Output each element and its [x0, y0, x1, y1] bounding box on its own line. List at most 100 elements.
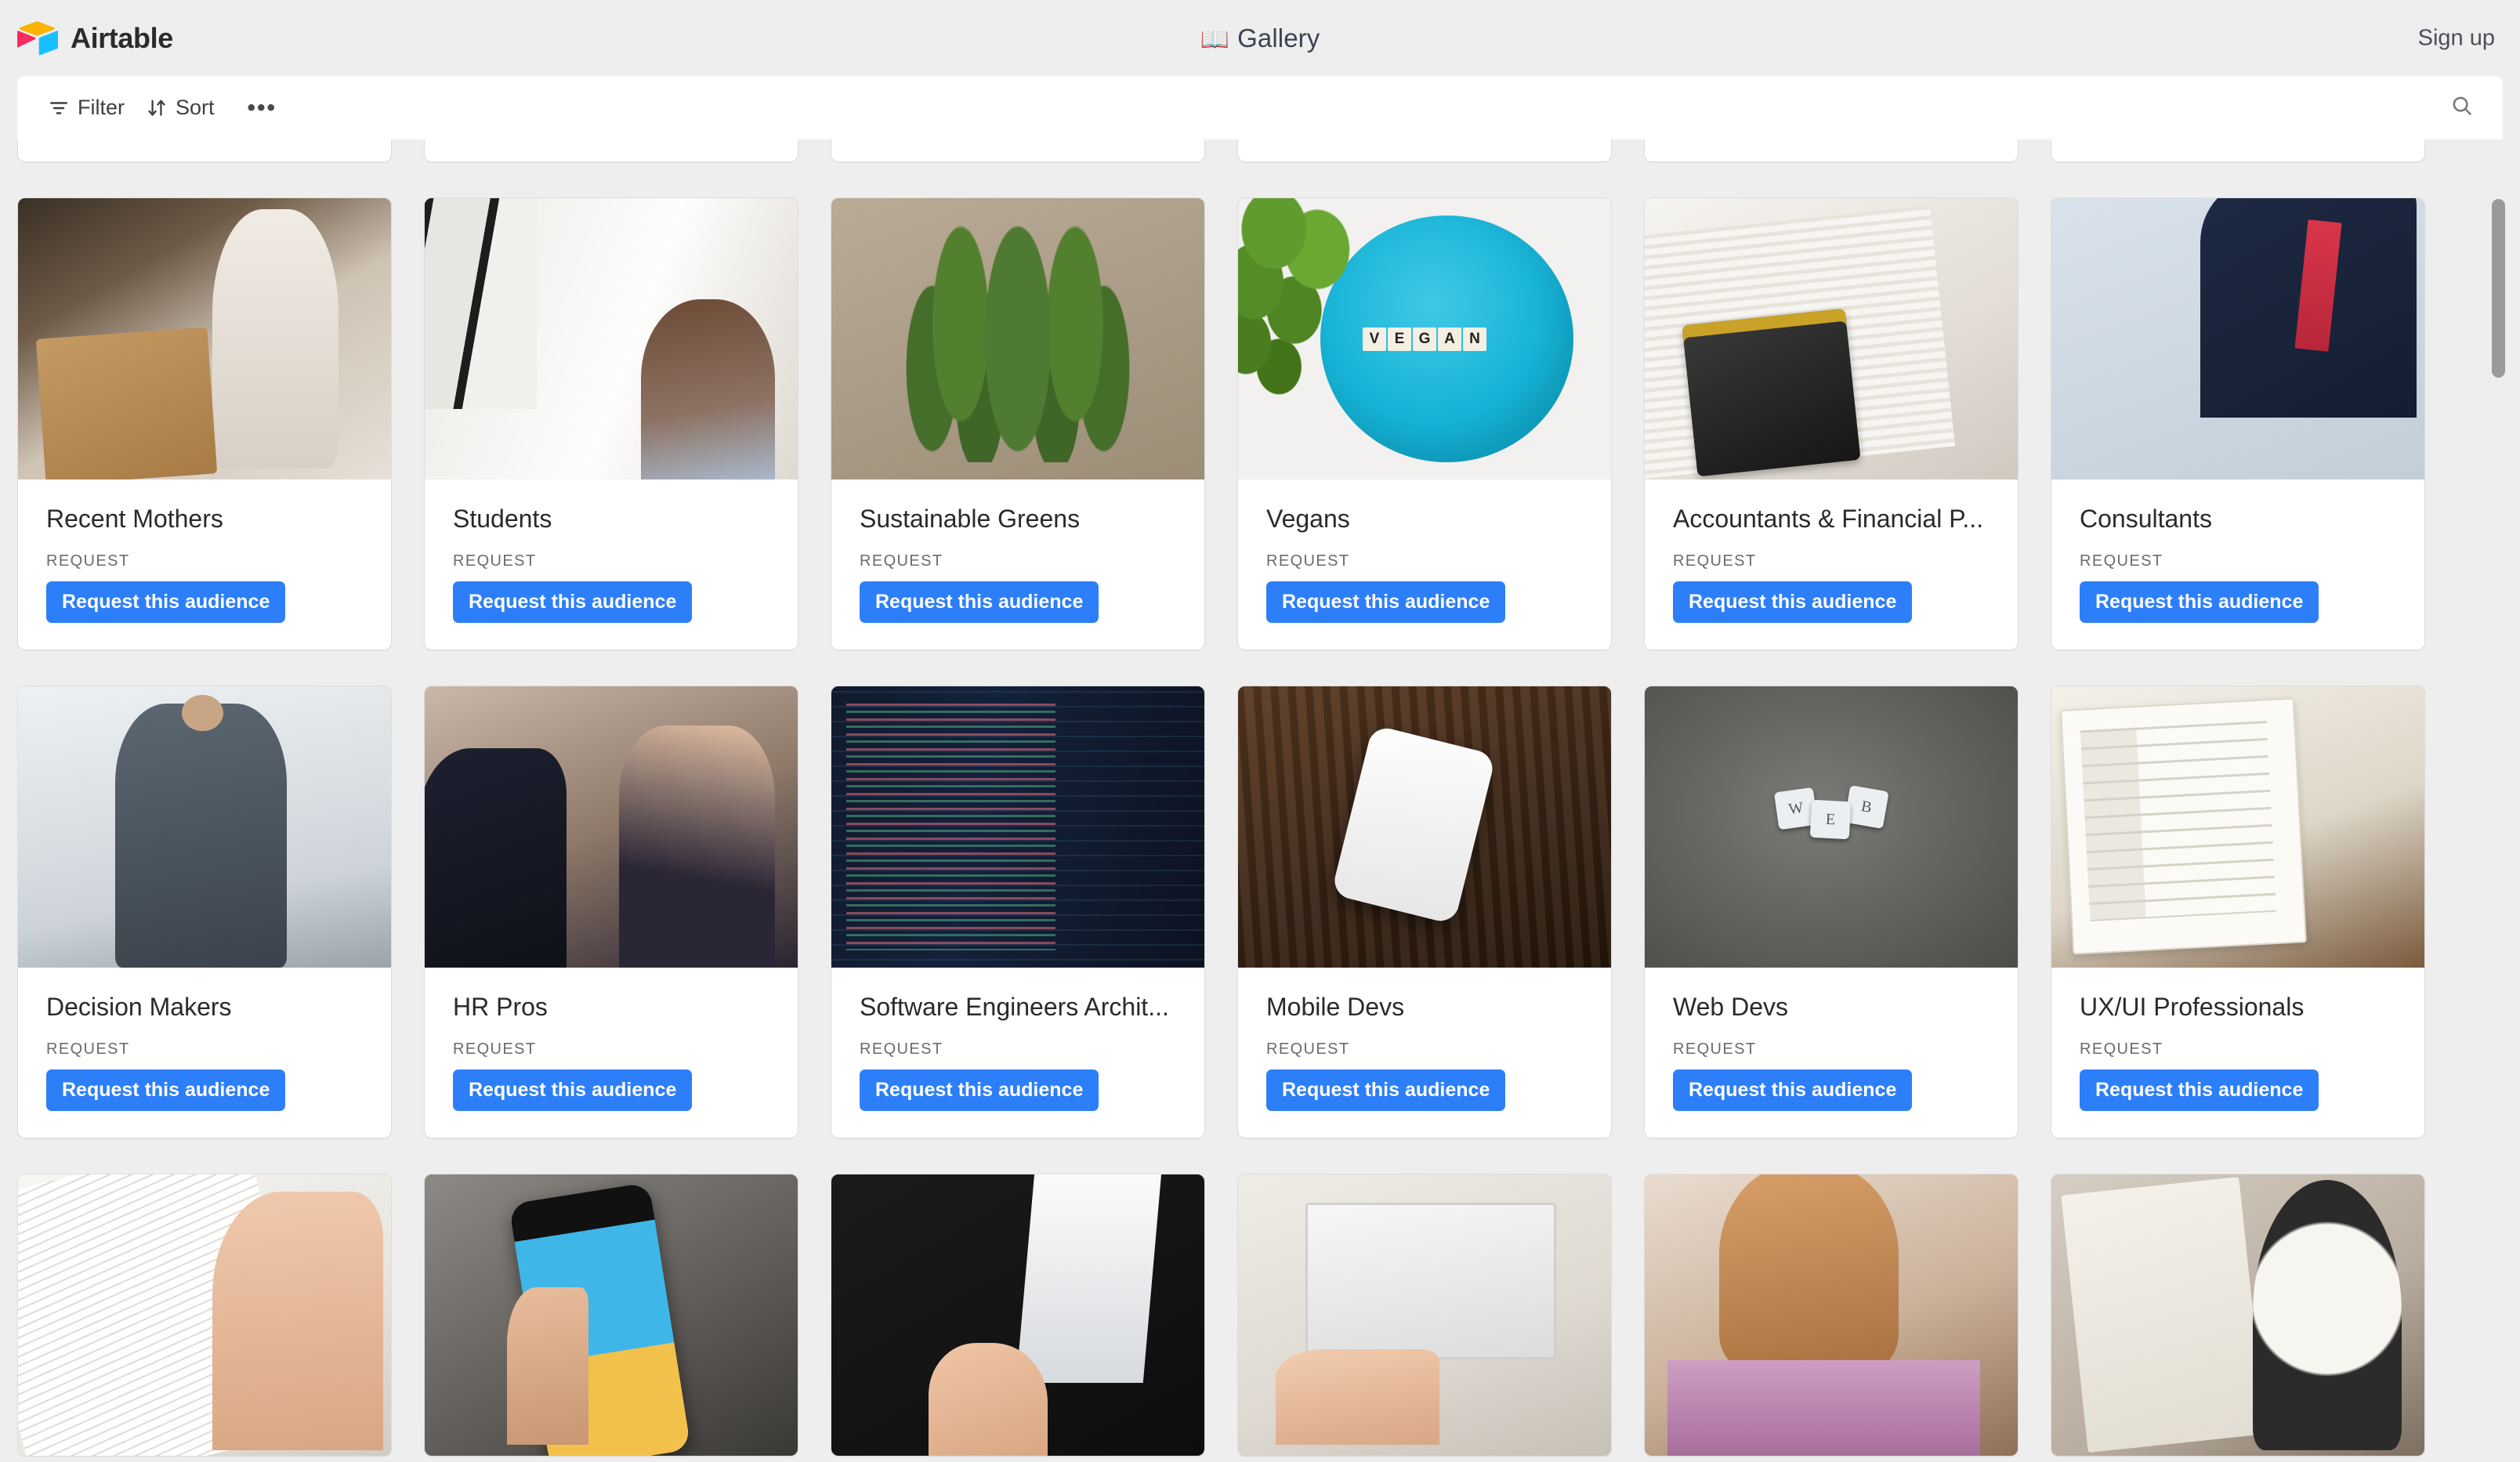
card-body: UX/UI Professionals REQUEST Request this…	[2051, 968, 2424, 1138]
request-audience-button[interactable]: Request this audience	[1673, 581, 1913, 623]
request-audience-button[interactable]: Request this audience	[1266, 581, 1506, 623]
gallery-card[interactable]: HR Pros REQUEST Request this audience	[424, 686, 798, 1138]
gallery-grid: Custom request REQUEST Request this audi…	[17, 139, 2501, 1457]
card-title: Students	[453, 505, 552, 533]
card-image: VEGAN	[1238, 198, 1611, 479]
sort-label: Sort	[176, 96, 215, 119]
more-options-button[interactable]: •••	[235, 96, 290, 121]
request-audience-button[interactable]: Request this audience	[453, 1069, 693, 1111]
gallery-card[interactable]: Custom request REQUEST Request this audi…	[17, 139, 392, 162]
card-field-label: REQUEST	[1673, 552, 1757, 570]
gallery-card[interactable]: WEB Web Devs REQUEST Request this audien…	[1644, 686, 2019, 1138]
request-audience-button[interactable]: Request this audience	[860, 1069, 1099, 1111]
request-audience-button[interactable]: Request this audience	[2080, 581, 2319, 623]
card-body: GrandParents REQUEST Request this audien…	[1238, 139, 1611, 161]
gallery-card[interactable]: Mothers REQUEST Request this audience	[1644, 139, 2019, 162]
gallery-card[interactable]	[1644, 1174, 2019, 1457]
card-field-label: REQUEST	[860, 1040, 943, 1058]
sign-up-button[interactable]: Sign up	[2418, 25, 2495, 51]
card-body: HR Pros REQUEST Request this audience	[425, 968, 798, 1138]
gallery-card[interactable]: Mobile Devs REQUEST Request this audienc…	[1237, 686, 1612, 1138]
open-book-icon: 📖	[1200, 26, 1230, 52]
card-field-label: REQUEST	[2080, 552, 2163, 570]
search-button[interactable]	[2442, 88, 2482, 128]
vegan-tiles-text: VEGAN	[1363, 327, 1486, 351]
gallery-card[interactable]	[1237, 1174, 1612, 1457]
request-audience-button[interactable]: Request this audience	[46, 1069, 286, 1111]
gallery-card[interactable]: Sustainable Greens REQUEST Request this …	[831, 197, 1205, 650]
request-audience-button[interactable]: Request this audience	[1266, 1069, 1506, 1111]
vertical-scrollbar[interactable]	[2487, 139, 2509, 1462]
gallery-card[interactable]: Parents REQUEST Request this audience	[831, 139, 1205, 162]
request-audience-button[interactable]: Request this audience	[860, 581, 1099, 623]
card-title: HR Pros	[453, 993, 548, 1021]
card-image	[425, 198, 798, 479]
card-body: Consultants REQUEST Request this audienc…	[2051, 479, 2424, 650]
card-body: Software Engineers Archit... REQUEST Req…	[831, 968, 1204, 1138]
gallery-card[interactable]: VEGAN Vegans REQUEST Request this audien…	[1237, 197, 1612, 650]
gallery-scroll-area[interactable]: Custom request REQUEST Request this audi…	[0, 139, 2520, 1462]
filter-button[interactable]: Filter	[38, 89, 136, 126]
card-field-label: REQUEST	[1266, 1040, 1350, 1058]
gallery-card[interactable]	[424, 1174, 798, 1457]
card-title: Software Engineers Archit...	[860, 993, 1169, 1021]
gallery-card[interactable]: Fathers REQUEST Request this audience	[2051, 139, 2425, 162]
gallery-card[interactable]: Decision Makers REQUEST Request this aud…	[17, 686, 392, 1138]
card-image	[831, 1174, 1204, 1456]
request-audience-button[interactable]: Request this audience	[2080, 1069, 2319, 1111]
filter-label: Filter	[78, 96, 125, 119]
card-title: Sustainable Greens	[860, 505, 1081, 533]
card-title: Mobile Devs	[1266, 993, 1405, 1021]
card-body: Mothers REQUEST Request this audience	[1645, 139, 2018, 161]
card-body: Fathers REQUEST Request this audience	[2051, 139, 2424, 161]
card-image	[1238, 686, 1611, 968]
card-title: UX/UI Professionals	[2080, 993, 2305, 1021]
card-image	[18, 198, 391, 479]
card-image	[18, 1174, 391, 1456]
gallery-card[interactable]	[17, 1174, 392, 1457]
web-keycaps-text: WEB	[1773, 785, 1889, 845]
card-field-label: REQUEST	[46, 1040, 130, 1058]
card-field-label: REQUEST	[1673, 1040, 1757, 1058]
card-title: Consultants	[2080, 505, 2212, 533]
gallery-card[interactable]: Recent Mothers REQUEST Request this audi…	[17, 197, 392, 650]
scrollbar-thumb[interactable]	[2492, 199, 2505, 378]
sort-arrows-icon	[147, 98, 167, 118]
card-title: Recent Mothers	[46, 505, 223, 533]
card-body: Custom request REQUEST Request this audi…	[18, 139, 391, 161]
card-body: Recent Mothers REQUEST Request this audi…	[18, 479, 391, 650]
gallery-card[interactable]: Family Oriented REQUEST Request this aud…	[424, 139, 798, 162]
card-image	[1645, 198, 2018, 479]
card-field-label: REQUEST	[1266, 552, 1350, 570]
card-field-label: REQUEST	[453, 1040, 537, 1058]
card-body: Accountants & Financial P... REQUEST Req…	[1645, 479, 2018, 650]
gallery-card[interactable]: Students REQUEST Request this audience	[424, 197, 798, 650]
filter-icon	[49, 98, 69, 118]
card-title: Vegans	[1266, 505, 1350, 533]
card-body: Family Oriented REQUEST Request this aud…	[425, 139, 798, 161]
gallery-card[interactable]: Consultants REQUEST Request this audienc…	[2051, 197, 2425, 650]
card-title: Web Devs	[1673, 993, 1789, 1021]
gallery-card[interactable]: UX/UI Professionals REQUEST Request this…	[2051, 686, 2425, 1138]
gallery-card[interactable]	[831, 1174, 1205, 1457]
card-image	[831, 198, 1204, 479]
sort-button[interactable]: Sort	[136, 89, 226, 126]
card-body: Mobile Devs REQUEST Request this audienc…	[1238, 968, 1611, 1138]
card-field-label: REQUEST	[860, 552, 943, 570]
card-image	[2051, 198, 2424, 479]
card-body: Students REQUEST Request this audience	[425, 479, 798, 650]
card-field-label: REQUEST	[46, 552, 130, 570]
card-image	[1238, 1174, 1611, 1456]
card-title: Decision Makers	[46, 993, 232, 1021]
request-audience-button[interactable]: Request this audience	[453, 581, 693, 623]
gallery-card[interactable]: Accountants & Financial P... REQUEST Req…	[1644, 197, 2019, 650]
request-audience-button[interactable]: Request this audience	[1673, 1069, 1913, 1111]
gallery-card[interactable]: Software Engineers Archit... REQUEST Req…	[831, 686, 1205, 1138]
gallery-card[interactable]	[2051, 1174, 2425, 1457]
card-image	[425, 686, 798, 968]
card-body: Web Devs REQUEST Request this audience	[1645, 968, 2018, 1138]
gallery-card[interactable]: GrandParents REQUEST Request this audien…	[1237, 139, 1612, 162]
request-audience-button[interactable]: Request this audience	[46, 581, 286, 623]
card-image: WEB	[1645, 686, 2018, 968]
card-image	[2051, 1174, 2424, 1456]
